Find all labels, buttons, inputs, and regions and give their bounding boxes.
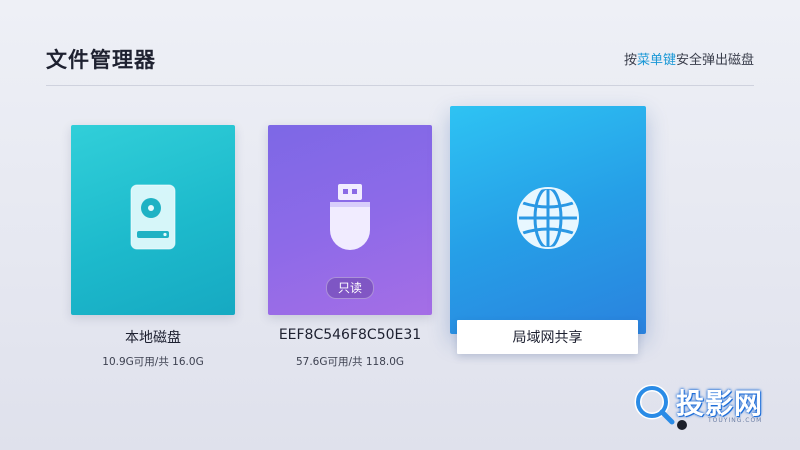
page-title: 文件管理器 xyxy=(46,48,156,72)
watermark-logo: 投影网 TOUYING.COM xyxy=(632,380,782,432)
read-only-badge: 只读 xyxy=(325,277,375,299)
device-tile-network-share[interactable] xyxy=(450,106,646,334)
hard-disk-icon xyxy=(130,184,176,250)
usb-drive-icon xyxy=(330,184,370,250)
device-tile-local-disk[interactable] xyxy=(71,125,235,315)
device-capacity-local-disk: 10.9G可用/共 16.0G xyxy=(102,356,204,368)
watermark-subtext: TOUYING.COM xyxy=(708,417,763,424)
hint-menu-key: 菜单键 xyxy=(636,53,676,68)
device-tile-usb-drive[interactable]: 只读 xyxy=(268,125,432,315)
hint-suffix: 安全弹出磁盘 xyxy=(675,53,754,68)
watermark-text: 投影网 xyxy=(676,387,764,420)
eject-hint: 按菜单键安全弹出磁盘 xyxy=(624,49,754,68)
device-capacity-usb-drive: 57.6G可用/共 118.0G xyxy=(295,356,405,368)
device-name-usb-drive: EEF8C546F8C50E31 xyxy=(278,327,422,343)
device-name-network-share[interactable]: 局域网共享 xyxy=(457,320,638,354)
device-name-local-disk: 本地磁盘 xyxy=(125,330,181,346)
globe-icon xyxy=(517,186,579,250)
header-divider xyxy=(46,85,754,86)
hint-prefix: 按 xyxy=(623,53,637,68)
